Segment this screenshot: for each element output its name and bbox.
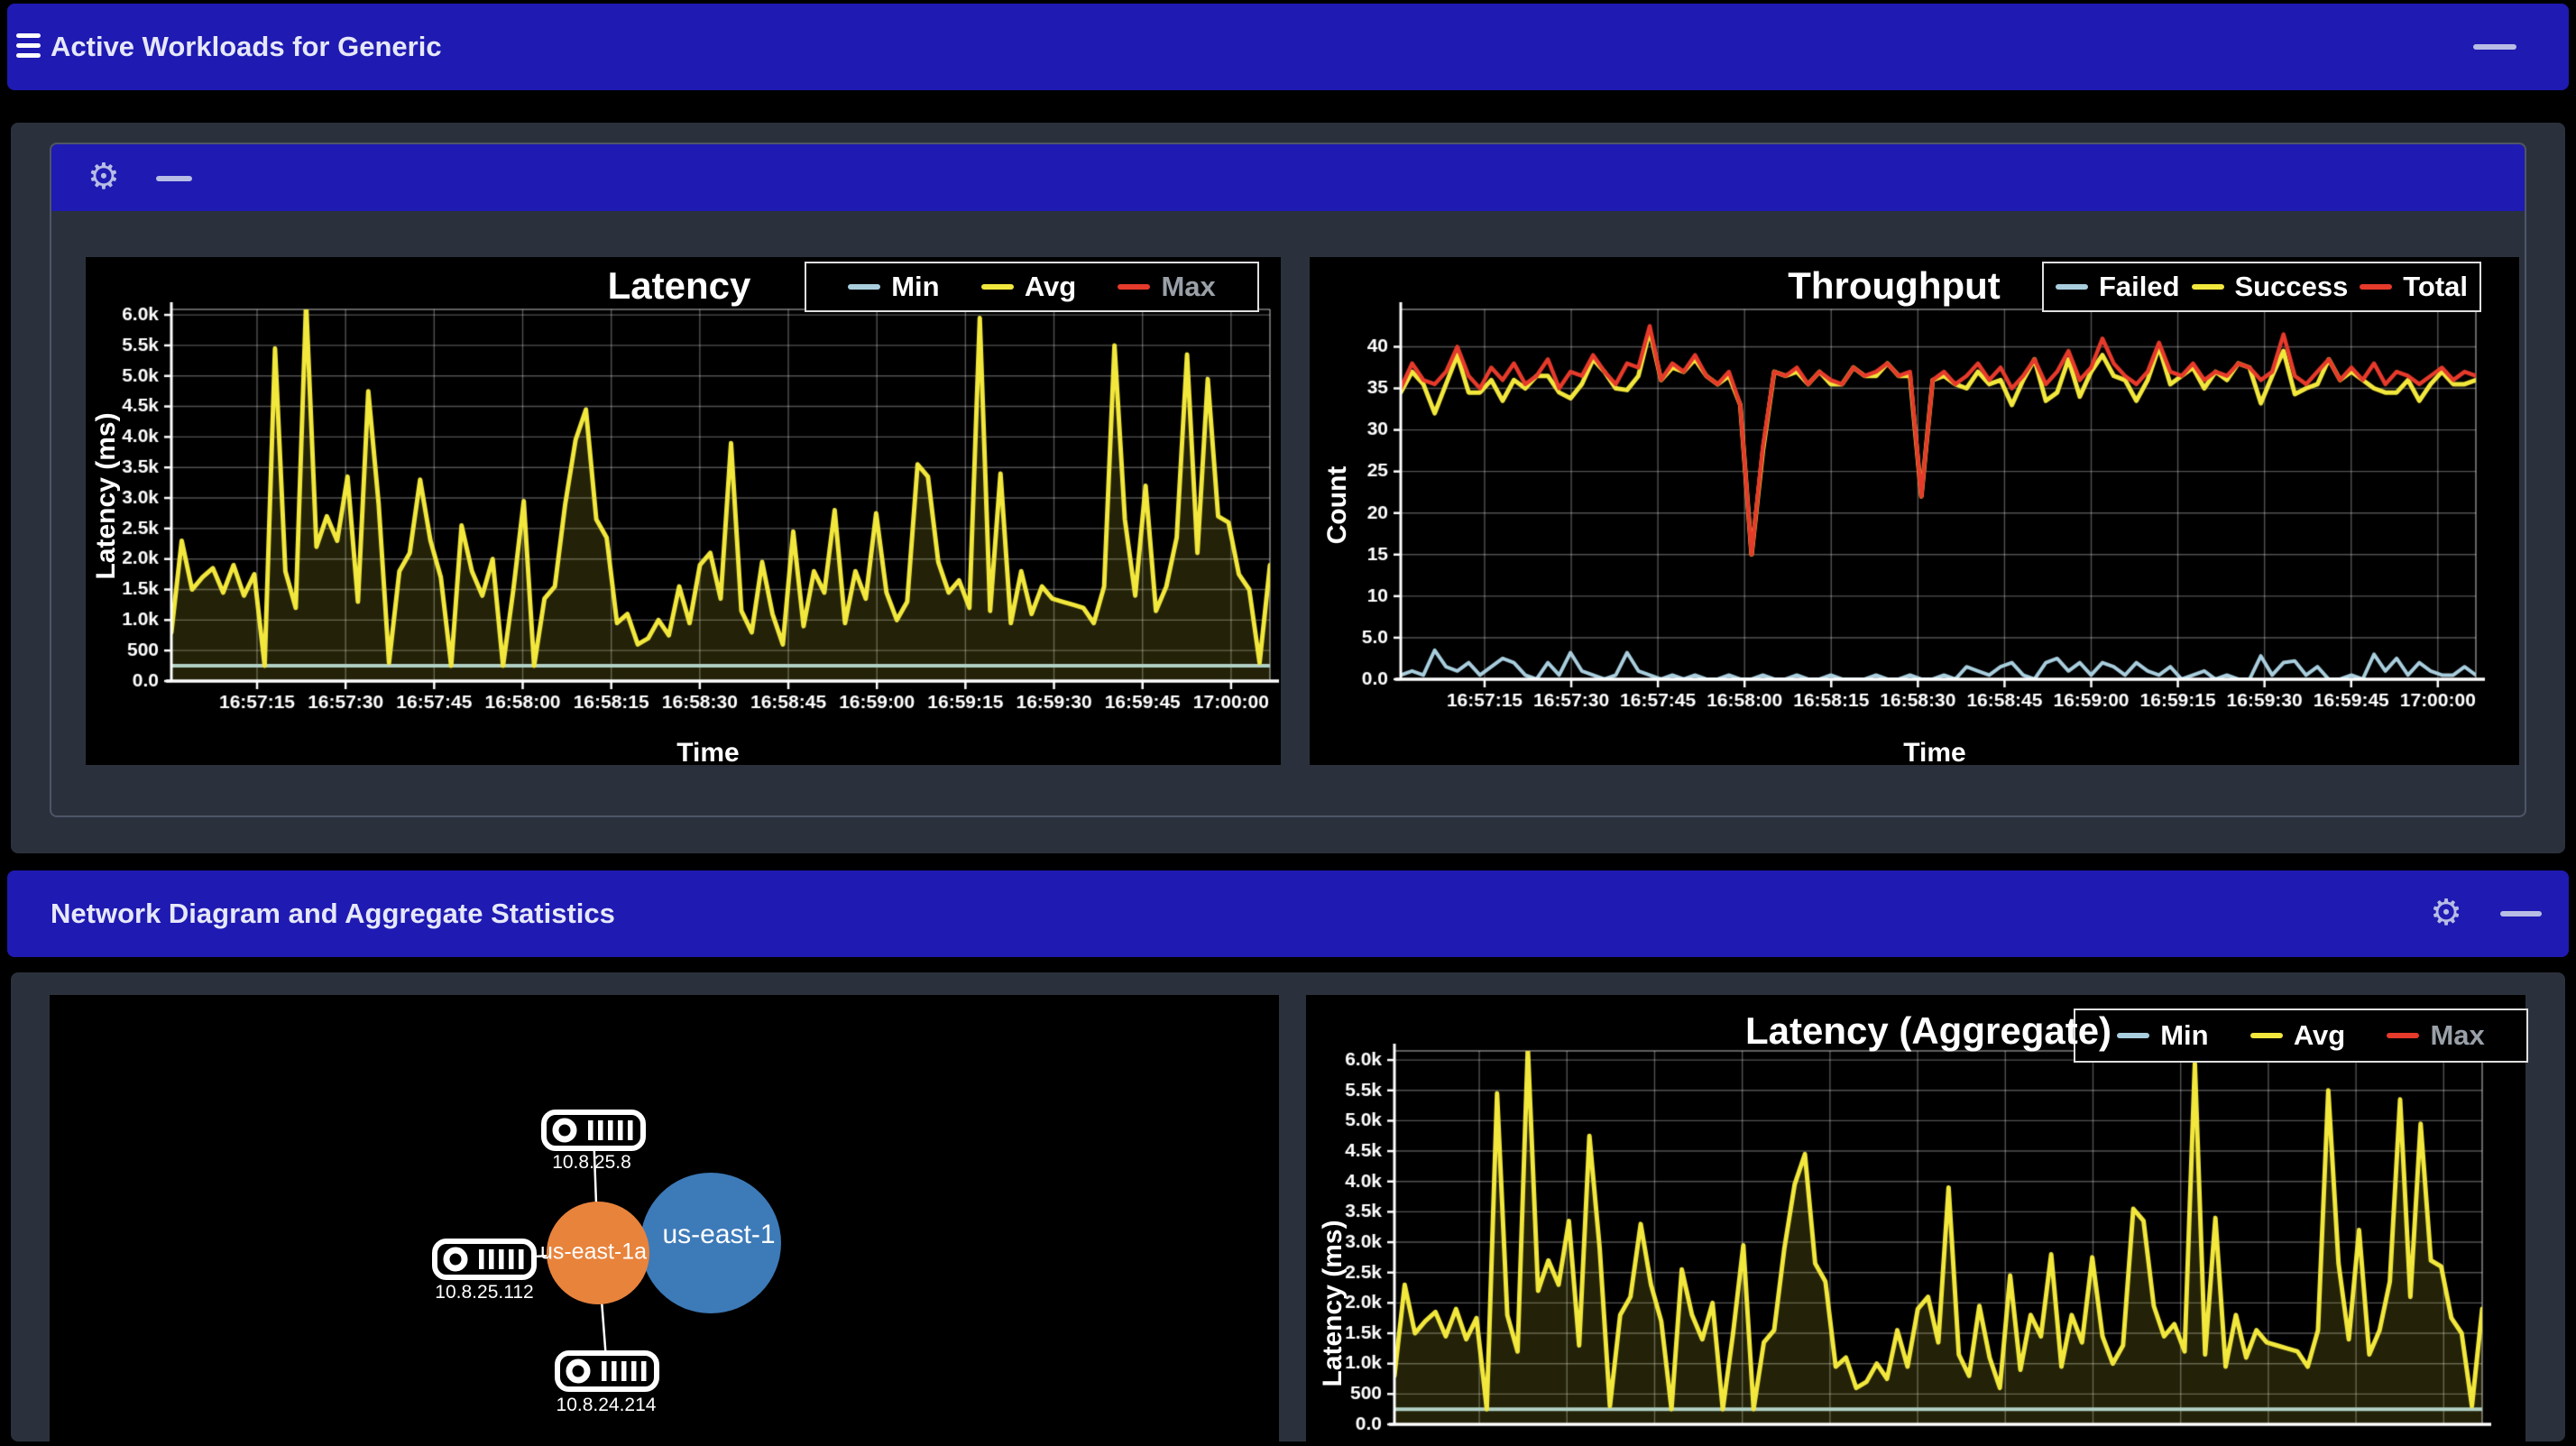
zone-label: us-east-1a (539, 1239, 648, 1265)
legend-label: Failed (2098, 271, 2180, 302)
server-icon[interactable] (431, 1238, 538, 1281)
chart-title: Latency (Aggregate) (1744, 1009, 2112, 1052)
section2-title: Network Diagram and Aggregate Statistics (51, 898, 615, 929)
host-ip-label: 10.8.25.8 (552, 1152, 631, 1173)
host-ip-label: 10.8.25.112 (435, 1282, 534, 1303)
legend-swatch (1118, 284, 1151, 290)
legend-swatch (980, 284, 1014, 290)
y-axis-title: Latency (ms) (1318, 1220, 1348, 1387)
legend-swatch (2117, 1033, 2150, 1038)
host-ip-label: 10.8.24.214 (556, 1395, 657, 1415)
section2-header: Network Diagram and Aggregate Statistics… (7, 870, 2569, 957)
legend-item-avg[interactable]: Avg (980, 271, 1077, 303)
x-axis-title: Time (676, 738, 740, 768)
legend-item-min[interactable]: Min (848, 271, 940, 303)
y-axis-title: Latency (ms) (91, 412, 121, 580)
legend-item-min[interactable]: Min (2117, 1019, 2209, 1052)
legend-label: Success (2234, 271, 2349, 302)
server-icon[interactable] (554, 1349, 660, 1393)
minimize-icon[interactable] (156, 176, 192, 181)
latency-chart-canvas[interactable] (86, 257, 1281, 765)
hamburger-menu-icon[interactable] (16, 33, 41, 58)
page-title: Active Workloads for Generic (51, 31, 442, 62)
legend-item-avg[interactable]: Avg (2249, 1019, 2346, 1052)
hamburger-bar (16, 53, 41, 58)
legend-label: Min (891, 271, 940, 302)
legend-item-max[interactable]: Max (2387, 1019, 2485, 1052)
gear-icon[interactable]: ⚙ (2430, 895, 2462, 931)
charts-widget-header: ⚙ (51, 144, 2525, 211)
latency-chart-panel: Latency Min Avg Max Latency (ms) Time (86, 257, 1281, 768)
legend-swatch (2055, 284, 2088, 290)
chart-legend: Min Avg Max (805, 262, 1259, 312)
server-icon[interactable] (540, 1109, 647, 1152)
x-axis-title: Time (1903, 738, 1966, 768)
top-title-bar: Active Workloads for Generic (7, 4, 2569, 90)
legend-swatch (2191, 284, 2224, 290)
legend-item-success[interactable]: Success (2191, 271, 2349, 303)
legend-swatch (848, 284, 881, 290)
gear-icon[interactable]: ⚙ (87, 159, 120, 195)
y-axis-title: Count (1322, 465, 1352, 545)
legend-swatch (2249, 1033, 2283, 1038)
legend-item-total[interactable]: Total (2360, 271, 2468, 303)
legend-label: Avg (2293, 1019, 2346, 1051)
legend-label: Total (2403, 271, 2469, 302)
hamburger-bar (16, 43, 41, 48)
chart-title: Latency (607, 264, 751, 307)
legend-swatch (2387, 1033, 2420, 1038)
legend-label: Avg (1024, 271, 1077, 302)
legend-item-failed[interactable]: Failed (2055, 271, 2180, 303)
network-diagram-panel: us-east-1a us-east-1 10.8.25.8 10.8.25.1… (50, 995, 1279, 1446)
throughput-chart-panel: Throughput Failed Success Total Count Ti… (1310, 257, 2519, 768)
region-label: us-east-1 (662, 1220, 776, 1249)
minimize-icon[interactable] (2500, 911, 2542, 916)
chart-legend: Min Avg Max (2074, 1009, 2528, 1063)
chart-legend: Failed Success Total (2042, 262, 2481, 312)
throughput-chart-canvas[interactable] (1310, 257, 2519, 765)
hamburger-bar (16, 33, 41, 38)
legend-label: Min (2160, 1019, 2209, 1051)
legend-label: Max (1161, 271, 1216, 302)
aggregate-chart-canvas[interactable] (1306, 995, 2525, 1446)
chart-title: Throughput (1788, 264, 2001, 307)
legend-label: Max (2430, 1019, 2485, 1051)
legend-swatch (2360, 284, 2393, 290)
aggregate-latency-chart-panel: Latency (Aggregate) Min Avg Max Latency … (1306, 995, 2528, 1446)
legend-item-max[interactable]: Max (1118, 271, 1216, 303)
minimize-icon[interactable] (2473, 44, 2516, 50)
